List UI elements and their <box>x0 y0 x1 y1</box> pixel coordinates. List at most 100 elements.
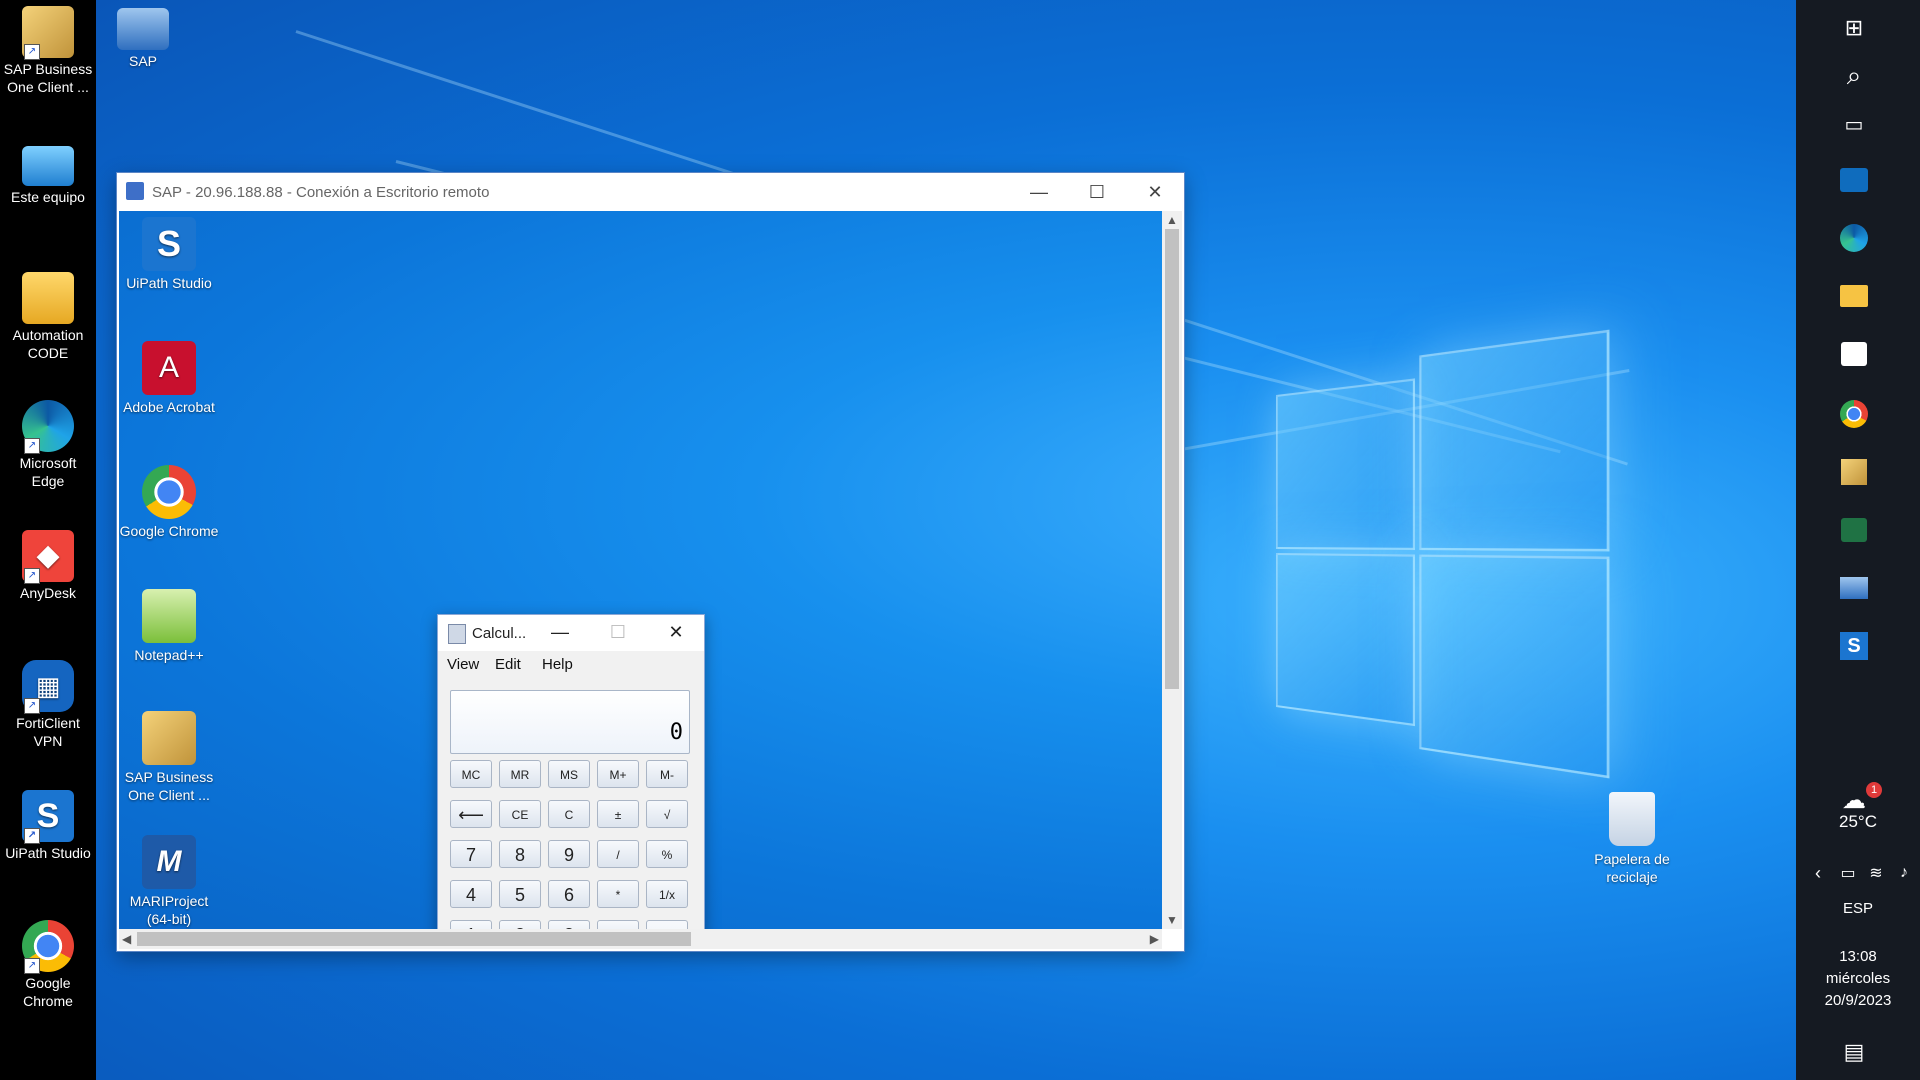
taskbar: ⊞ ⌕ ▭ S ☁ 1 25°C ‹ ▭ ≋ ♪ ESP 13:08 miérc… <box>1796 0 1920 1080</box>
key-9[interactable]: 9 <box>548 840 590 868</box>
remote-icon-mariproject[interactable]: M MARIProject (64-bit) <box>119 835 219 928</box>
key-multiply[interactable]: * <box>597 880 639 908</box>
vertical-scroll-thumb[interactable] <box>1165 229 1179 689</box>
key-subtract[interactable]: - <box>597 920 639 929</box>
chrome-icon <box>142 465 196 519</box>
desktop-icon-label: MARIProject (64-bit) <box>129 893 209 927</box>
desktop-icon-uipath[interactable]: S ↗ UiPath Studio <box>2 790 94 862</box>
remote-desktop-window[interactable]: SAP - 20.96.188.88 - Conexión a Escritor… <box>117 173 1184 951</box>
key-divide[interactable]: / <box>597 840 639 868</box>
remote-desktop-area[interactable]: S UiPath Studio A Adobe Acrobat Google C… <box>119 211 1162 929</box>
volume-icon[interactable]: ♪ <box>1890 851 1918 895</box>
key-4[interactable]: 4 <box>450 880 492 908</box>
key-7[interactable]: 7 <box>450 840 492 868</box>
battery-icon[interactable]: ▭ <box>1834 851 1862 895</box>
key-m-plus[interactable]: M+ <box>597 760 639 788</box>
scroll-down-arrow[interactable]: ▼ <box>1166 913 1178 927</box>
edge-icon[interactable] <box>1832 216 1876 260</box>
maximize-button[interactable]: ☐ <box>1068 173 1126 211</box>
remote-icon-acrobat[interactable]: A Adobe Acrobat <box>119 341 219 416</box>
key-mr[interactable]: MR <box>499 760 541 788</box>
calculator-title-bar[interactable]: Calcul... — ☐ ✕ <box>438 615 704 651</box>
key-ce[interactable]: CE <box>499 800 541 828</box>
key-mc[interactable]: MC <box>450 760 492 788</box>
key-ms[interactable]: MS <box>548 760 590 788</box>
acrobat-icon: A <box>142 341 196 395</box>
calc-close-button[interactable]: ✕ <box>648 615 704 651</box>
desktop-icon-sap-b1[interactable]: ↗ SAP Business One Client ... <box>2 6 94 96</box>
key-8[interactable]: 8 <box>499 840 541 868</box>
edge-icon: ↗ <box>22 400 74 454</box>
key-3[interactable]: 3 <box>548 920 590 929</box>
outlook-icon[interactable] <box>1832 158 1876 202</box>
minimize-button[interactable]: — <box>1010 173 1068 211</box>
close-button[interactable]: ✕ <box>1126 173 1184 211</box>
computer-icon <box>22 146 74 186</box>
notifications-icon[interactable]: ▤ <box>1832 1030 1876 1074</box>
menu-edit[interactable]: Edit <box>495 656 521 673</box>
uipath-icon: S ↗ <box>22 790 74 844</box>
key-equals[interactable]: = <box>646 920 688 929</box>
show-hidden-icons-chevron-icon[interactable]: ‹ <box>1804 851 1832 895</box>
clock-day[interactable]: miércoles <box>1796 970 1920 987</box>
key-1[interactable]: 1 <box>450 920 492 929</box>
remote-icon-notepadpp[interactable]: Notepad++ <box>119 589 219 664</box>
calculator-menu-bar: View Edit Help <box>438 651 704 677</box>
vertical-scrollbar[interactable]: ▲ ▼ <box>1162 211 1182 929</box>
key-backspace[interactable]: ⟵ <box>450 800 492 828</box>
clock-date[interactable]: 20/9/2023 <box>1796 992 1920 1009</box>
horizontal-scrollbar[interactable]: ◀ ▶ <box>119 929 1162 949</box>
key-5[interactable]: 5 <box>499 880 541 908</box>
desktop-icon-automation-code[interactable]: Automation CODE <box>2 272 94 362</box>
clock-time[interactable]: 13:08 <box>1796 948 1920 965</box>
scroll-left-arrow[interactable]: ◀ <box>122 932 131 946</box>
key-6[interactable]: 6 <box>548 880 590 908</box>
chrome-icon[interactable] <box>1832 392 1876 436</box>
menu-view[interactable]: View <box>447 656 479 673</box>
desktop-icon-label: SAP Business One Client ... <box>124 769 214 803</box>
scroll-right-arrow[interactable]: ▶ <box>1150 932 1159 946</box>
desktop-icon-label: Adobe Acrobat <box>123 399 215 415</box>
remote-icon-sap-b1[interactable]: SAP Business One Client ... <box>119 711 219 804</box>
desktop-icon-forticlient[interactable]: ▦ ↗ FortiClient VPN <box>2 660 94 750</box>
desktop-icon-recycle-bin[interactable]: Papelera de reciclaje <box>1572 792 1692 886</box>
task-view-icon[interactable]: ▭ <box>1832 102 1876 146</box>
scroll-up-arrow[interactable]: ▲ <box>1166 213 1178 227</box>
horizontal-scroll-thumb[interactable] <box>137 932 691 946</box>
excel-icon[interactable] <box>1832 508 1876 552</box>
uipath-icon: S <box>142 217 196 271</box>
key-sqrt[interactable]: √ <box>646 800 688 828</box>
remote-icon-uipath[interactable]: S UiPath Studio <box>119 217 219 292</box>
key-plus-minus[interactable]: ± <box>597 800 639 828</box>
desktop-icon-chrome[interactable]: ↗ Google Chrome <box>2 920 94 1010</box>
file-explorer-icon[interactable] <box>1832 274 1876 318</box>
window-title-bar[interactable]: SAP - 20.96.188.88 - Conexión a Escritor… <box>117 173 1184 211</box>
calc-maximize-button[interactable]: ☐ <box>590 615 646 651</box>
key-2[interactable]: 2 <box>499 920 541 929</box>
desktop-icon-edge[interactable]: ↗ Microsoft Edge <box>2 400 94 490</box>
calc-minimize-button[interactable]: — <box>532 615 588 651</box>
remote-icon-chrome[interactable]: Google Chrome <box>119 465 219 540</box>
recycle-bin-icon <box>1609 792 1655 846</box>
key-percent[interactable]: % <box>646 840 688 868</box>
key-c[interactable]: C <box>548 800 590 828</box>
menu-help[interactable]: Help <box>542 656 573 673</box>
desktop-icon-este-equipo[interactable]: Este equipo <box>2 142 94 206</box>
sap-b1-icon <box>142 711 196 765</box>
calculator-window[interactable]: Calcul... — ☐ ✕ View Edit Help 0 MC MR M… <box>437 614 705 929</box>
key-m-minus[interactable]: M- <box>646 760 688 788</box>
sap-b1-icon[interactable] <box>1832 450 1876 494</box>
desktop-icon-sap-rdp[interactable]: SAP <box>97 8 189 70</box>
desktop-icon-label: SAP Business One Client ... <box>3 61 93 95</box>
uipath-icon[interactable]: S <box>1832 624 1876 668</box>
chrome-icon: ↗ <box>22 920 74 974</box>
search-icon[interactable]: ⌕ <box>1832 54 1876 98</box>
wifi-icon[interactable]: ≋ <box>1862 851 1890 895</box>
start-button[interactable]: ⊞ <box>1832 6 1876 50</box>
remote-desktop-icon[interactable] <box>1832 566 1876 610</box>
microsoft-store-icon[interactable] <box>1832 332 1876 376</box>
language-indicator[interactable]: ESP <box>1796 900 1920 917</box>
desktop-icon-anydesk[interactable]: ◆ ↗ AnyDesk <box>2 530 94 602</box>
key-reciprocal[interactable]: 1/x <box>646 880 688 908</box>
desktop-icon-label: SAP <box>128 53 157 69</box>
